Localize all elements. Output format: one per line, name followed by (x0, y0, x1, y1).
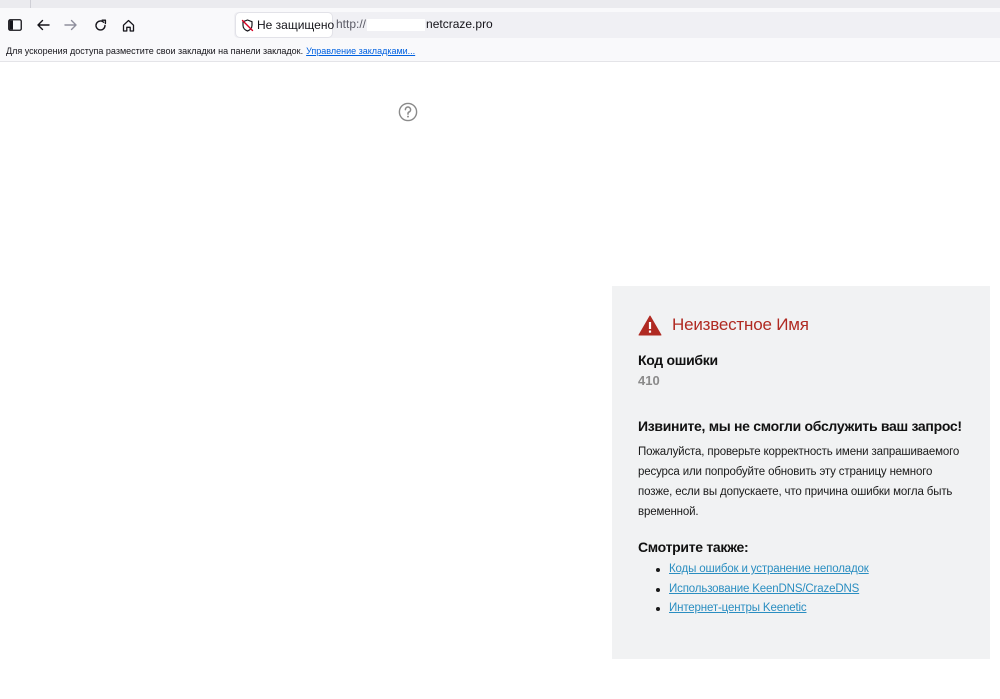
manage-bookmarks-link[interactable]: Управление закладками... (306, 46, 415, 56)
error-code-value: 410 (638, 373, 660, 388)
arrow-right-icon (64, 19, 77, 31)
error-code-label: Код ошибки (638, 352, 718, 368)
error-card: Неизвестное Имя Код ошибки 410 Извините,… (612, 286, 990, 659)
arrow-left-icon (37, 19, 50, 31)
url-domain: netcraze.pro (426, 17, 493, 31)
tab-divider (30, 0, 31, 8)
error-codes-link[interactable]: Коды ошибок и устранение неполадок (669, 563, 869, 575)
see-also-heading: Смотрите также: (638, 539, 749, 555)
list-item: Использование KeenDNS/CrazeDNS (656, 583, 964, 603)
tab-strip (0, 0, 1000, 8)
error-header: Неизвестное Имя (638, 312, 964, 338)
list-item: Интернет-центры Keenetic (656, 602, 964, 622)
list-item: Коды ошибок и устранение неполадок (656, 563, 964, 583)
keenetic-link[interactable]: Интернет-центры Keenetic (669, 602, 807, 614)
forward-button[interactable] (60, 14, 82, 36)
reload-icon (94, 19, 106, 31)
url-prefix: http:// (336, 17, 367, 31)
see-also-list: Коды ошибок и устранение неполадок Испол… (638, 563, 964, 622)
sidebar-toggle-button[interactable] (4, 14, 26, 36)
error-title: Неизвестное Имя (672, 315, 809, 334)
url-text[interactable]: http:// netcraze.pro (336, 17, 493, 33)
url-redaction (367, 18, 426, 31)
sidebar-icon (8, 19, 22, 31)
home-button[interactable] (117, 14, 139, 36)
shield-crossed-icon (241, 18, 254, 32)
reload-button[interactable] (89, 14, 111, 36)
bullet-icon (656, 607, 660, 611)
bullet-icon (656, 568, 660, 572)
question-mark-icon[interactable] (398, 102, 418, 122)
keendns-link[interactable]: Использование KeenDNS/CrazeDNS (669, 583, 859, 595)
back-button[interactable] (32, 14, 54, 36)
bookmarks-message-text: Для ускорения доступа разместите свои за… (6, 46, 304, 56)
security-label: Не защищено (257, 18, 335, 32)
apology-heading: Извините, мы не смогли обслужить ваш зап… (638, 418, 962, 434)
apology-text: Пожалуйста, проверьте корректность имени… (638, 446, 960, 518)
security-indicator[interactable]: Не защищено (236, 13, 335, 37)
home-icon (122, 19, 134, 32)
warning-triangle-icon (638, 315, 662, 336)
bullet-icon (656, 587, 660, 592)
bookmarks-message: Для ускорения доступа разместите свои за… (6, 46, 415, 56)
bookmarks-bar: Для ускорения доступа разместите свои за… (0, 42, 1000, 62)
